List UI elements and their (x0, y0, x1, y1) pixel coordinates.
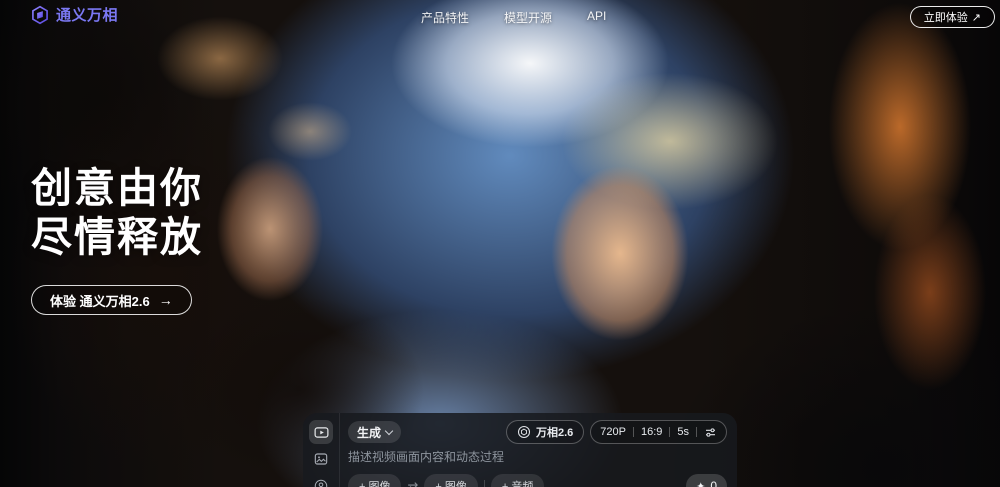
image-icon (313, 451, 329, 467)
digital-human-icon (313, 478, 329, 487)
sparkle-icon: ✦ (696, 480, 705, 487)
main-nav: 产品特性 模型开源 API (421, 9, 606, 26)
media-type-rail (303, 413, 340, 487)
attachments-divider (484, 480, 485, 487)
hero-title-line2: 尽情释放 (31, 214, 203, 260)
experience-wanxiang-button[interactable]: 体验 通义万相2.6 → (31, 285, 192, 315)
prompt-bar-main: 生成 万相2.6 720P 16:9 5s (340, 413, 737, 487)
settings-divider (633, 427, 634, 437)
mode-label: 生成 (357, 424, 381, 441)
external-arrow-icon: ↗ (972, 11, 981, 24)
experience-label: 体验 通义万相2.6 (50, 291, 150, 310)
hero-title: 创意由你 尽情释放 (31, 164, 203, 262)
image-mode-button[interactable] (309, 447, 333, 471)
aspect-ratio-value: 16:9 (641, 426, 662, 438)
settings-divider (669, 427, 670, 437)
duration-value: 5s (677, 426, 689, 438)
brand-logo-icon (30, 5, 50, 25)
credits-count: 0 (710, 479, 717, 487)
resolution-value: 720P (600, 426, 626, 438)
nav-item-open-source-models[interactable]: 模型开源 (504, 9, 552, 26)
hero-copy: 创意由你 尽情释放 (31, 164, 203, 262)
add-first-image-button[interactable]: + 图像 (348, 474, 401, 487)
add-second-image-button[interactable]: + 图像 (424, 474, 477, 487)
digital-human-mode-button[interactable] (309, 474, 333, 487)
model-name: 万相2.6 (536, 424, 573, 440)
generate-credits-button[interactable]: ✦ 0 (686, 474, 727, 487)
chevron-down-icon (385, 426, 393, 434)
hero-title-line1: 创意由你 (31, 165, 203, 211)
nav-item-api[interactable]: API (587, 9, 606, 26)
prompt-input[interactable] (348, 450, 727, 464)
video-mode-button[interactable] (309, 420, 333, 444)
right-arrow-icon: → (159, 292, 173, 308)
prompt-input-row (348, 448, 727, 466)
try-now-label: 立即体验 (924, 9, 968, 25)
try-now-button[interactable]: 立即体验 ↗ (910, 6, 995, 28)
settings-divider (696, 427, 697, 437)
prompt-bar-bottom-row: + 图像 ⇄ + 图像 + 音频 ✦ 0 (348, 474, 727, 487)
sliders-icon (704, 426, 717, 439)
video-icon (313, 424, 330, 441)
swap-frames-icon[interactable]: ⇄ (407, 480, 418, 487)
model-selector[interactable]: 万相2.6 (506, 420, 584, 444)
video-settings-pill[interactable]: 720P 16:9 5s (590, 420, 727, 444)
brand-logo[interactable]: 通义万相 (30, 4, 118, 25)
nav-item-product-features[interactable]: 产品特性 (421, 9, 469, 26)
mode-dropdown[interactable]: 生成 (348, 421, 401, 443)
add-audio-button[interactable]: + 音频 (491, 474, 544, 487)
landing-page: 通义万相 产品特性 模型开源 API 立即体验 ↗ 创意由你 尽情释放 体验 通… (0, 0, 1000, 487)
prompt-bar-top-row: 生成 万相2.6 720P 16:9 5s (348, 420, 727, 444)
generation-prompt-bar: 生成 万相2.6 720P 16:9 5s (303, 413, 737, 487)
model-logo-icon (517, 425, 531, 439)
brand-name: 通义万相 (56, 4, 118, 25)
